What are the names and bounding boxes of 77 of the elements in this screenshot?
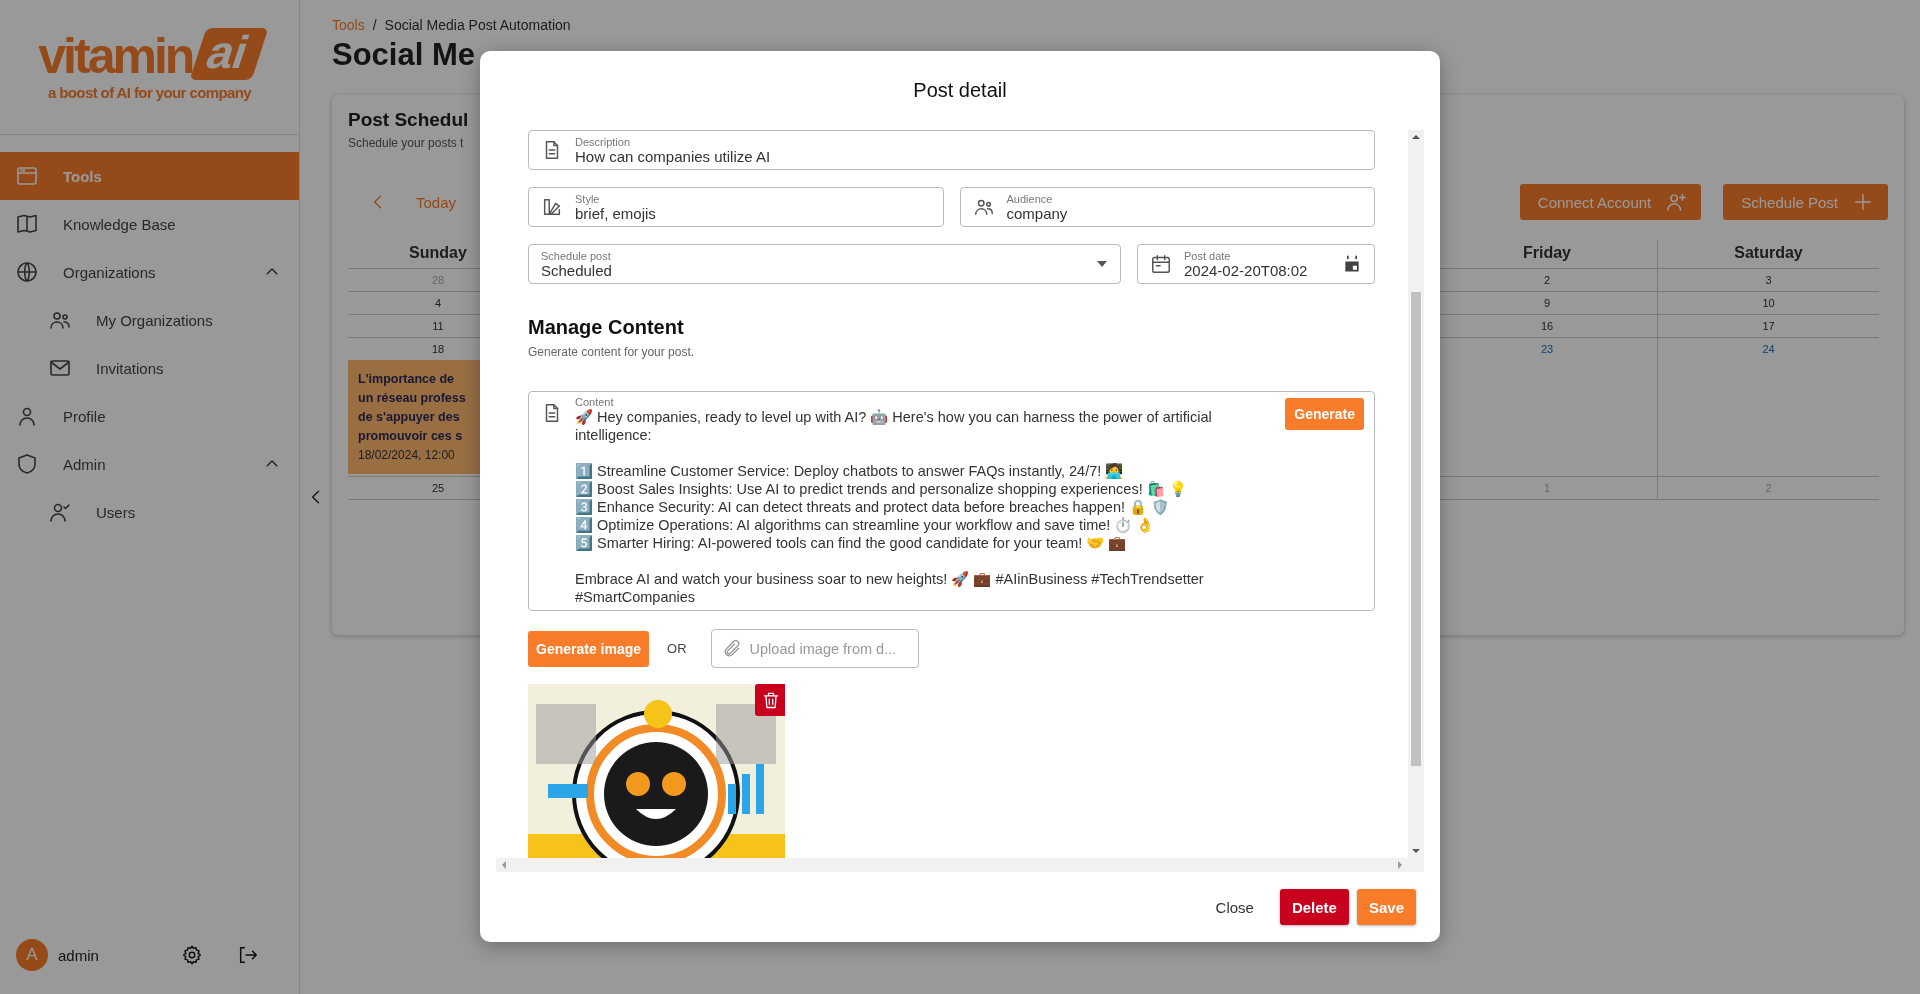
content-text: 3⃣ Enhance Security: AI can detect threats and protect data before breaches happen! 🔒 🛡 [575,498,1171,516]
settings-icon [181,944,203,966]
field-label: Post date [1184,249,1232,262]
person-add-icon [1665,191,1688,213]
content-text: 1⃣ Streamline Customer Service: Deploy chatbots to answer FAQs instantly, 24/7! 🧑‍💻 [575,462,1125,480]
logout-icon [237,944,259,966]
sidebar-item[interactable]: Knowledge Base [0,200,299,248]
shield-icon [15,452,39,476]
field-label: Schedule post [541,249,612,262]
close-button[interactable]: Close [1203,889,1266,925]
trash-icon [761,690,781,710]
section-subtitle: Generate content for your post. [528,345,696,359]
paperclip-icon [721,638,742,659]
card-subtitle: Schedule your posts t [348,136,464,150]
description-field[interactable]: Description How can companies utilize AI [528,130,1375,170]
content-text: 🚀 Hey companies, ready to level up with AI? 🤖 Here's how you can harness the power of artificial intelligence: [575,408,1213,444]
sidebar-item[interactable]: Organizations [0,248,299,296]
breadcrumb-separator: / [372,17,377,33]
field-value: Scheduled [541,261,613,279]
schedule-select[interactable]: Schedule post Scheduled [528,244,1121,284]
globe-icon [15,260,39,284]
sidebar-item[interactable]: Profile [0,392,299,440]
calendar-date[interactable]: 9 [1543,292,1551,314]
weekday-header: Saturday [1658,240,1879,269]
field-label: Style [575,192,601,205]
plus-icon [1852,191,1874,213]
field-value: company [1006,204,1069,222]
field-value: brief, emojis [575,204,657,222]
calendar-icon [1150,253,1172,275]
logo-tagline: a boost of AI for your company [47,83,252,101]
shapes-icon [541,196,563,218]
logout-button[interactable] [237,944,259,966]
audience-field[interactable]: Audience company [959,187,1375,227]
content-field[interactable] [528,391,1375,611]
post-date-field[interactable]: Post date 2024-02-20T08:02 [1137,244,1375,284]
page-title: Social Me [332,37,475,73]
upload-placeholder: Upload image from d... [749,640,897,657]
sidebar-item[interactable]: My Organizations [0,296,299,344]
content-text: Embrace AI and watch your business soar to new heights! 🚀 💼 #AIinBusiness #TechTrendsetter #SmartCompanies [575,570,1205,606]
caret-down-icon [1096,260,1108,268]
settings-button[interactable] [181,944,203,966]
dialog-title: Post detail [912,78,1008,103]
calendar-icon[interactable] [1342,254,1362,274]
calendar-date[interactable]: 2 [1543,269,1551,291]
calendar-date[interactable]: 11 [432,315,444,337]
delete-button[interactable]: Delete [1279,889,1349,925]
calendar-date[interactable]: 4 [434,292,442,314]
content-text: 2⃣ Boost Sales Insights: Use AI to predict trends and personalize shopping experiences! 🛍 💡 [575,480,1188,498]
window-icon [15,164,39,188]
card-title: Post Schedul [348,109,469,131]
content-text: 4⃣ Optimize Operations: AI algorithms can streamline your workflow and save time! ⏱ 👌 [575,516,1156,534]
sidebar-item[interactable]: Users [0,488,299,536]
user-name: admin [58,946,100,964]
sidebar-item[interactable]: Invitations [0,344,299,392]
content-text: 5⃣ Smarter Hiring: AI-powered tools can find the good candidate for your team! 🤝 💼 [575,534,1128,552]
field-label: Content [575,396,615,408]
book-icon [15,212,39,236]
calendar-date[interactable]: 3 [1765,269,1772,291]
vertical-scrollbar[interactable] [1408,130,1424,858]
field-value: How can companies utilize AI [575,147,772,165]
calendar-date[interactable]: 25 [431,477,445,499]
section-title: Manage Content [528,316,685,339]
style-field[interactable]: Style brief, emojis [528,187,944,227]
field-label: Audience [1006,192,1054,205]
calendar-date[interactable]: 10 [1762,292,1775,314]
calendar-date[interactable]: 24 [1762,338,1775,360]
calendar-date[interactable]: 17 [1762,315,1775,337]
or-label: OR [667,641,687,656]
field-label: Description [575,135,632,148]
calendar-date[interactable]: 18 [431,338,445,360]
field-value: 2024-02-20T08:02 [1184,261,1309,279]
delete-image-button[interactable] [755,684,785,716]
calendar-date[interactable]: 16 [1540,315,1554,337]
breadcrumb-current: Social Media Post Automation [384,17,571,33]
upload-field[interactable]: Upload image from d... [710,629,919,668]
calendar-date[interactable]: 23 [1540,338,1554,360]
sidebar-item[interactable]: Admin [0,440,299,488]
